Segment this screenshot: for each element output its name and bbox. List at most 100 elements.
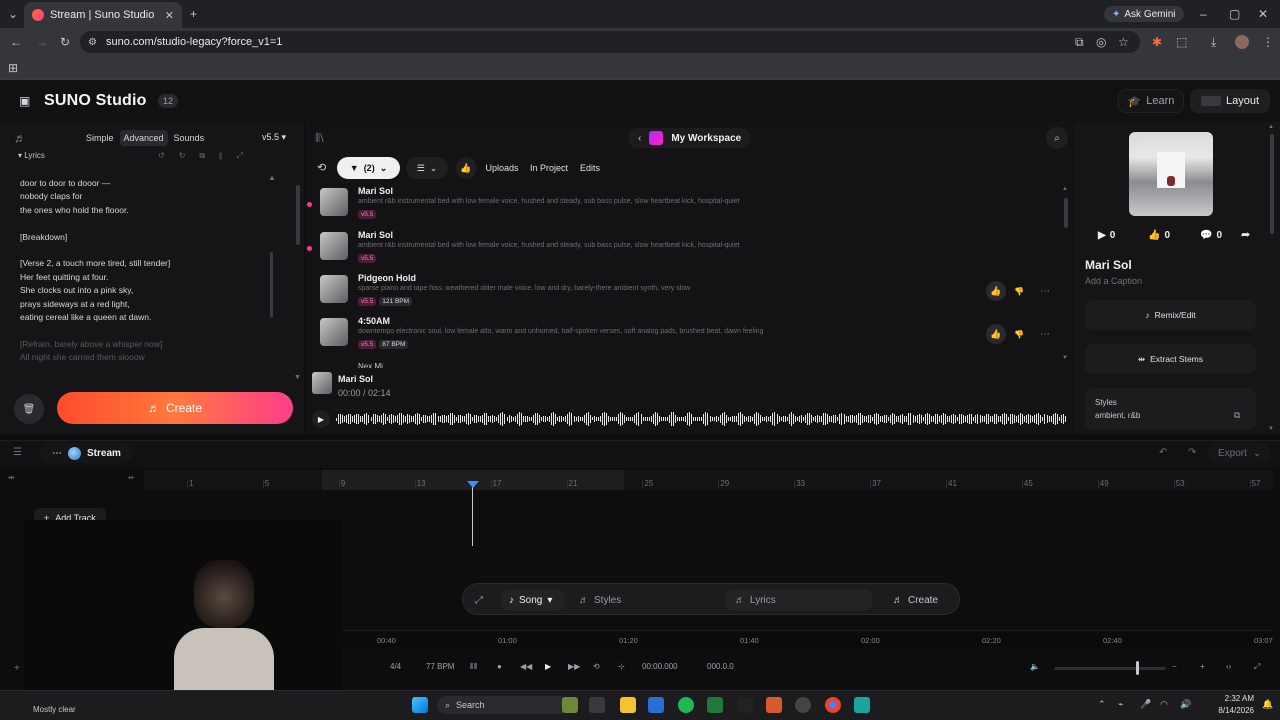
detail-scroll-up-icon[interactable]: ▲ (1268, 124, 1274, 130)
styles-input[interactable]: ♬ Styles (569, 584, 717, 616)
rewind-icon[interactable]: ◀◀ (520, 662, 532, 671)
store-icon[interactable] (648, 697, 664, 713)
like-icon[interactable]: 👍 (986, 324, 1007, 344)
learn-button[interactable]: 🎓 Learn (1118, 89, 1184, 113)
list-scroll-up-icon[interactable]: ▲ (1062, 186, 1068, 192)
more-icon[interactable]: ⋯ (1040, 286, 1050, 297)
song-title[interactable]: Mari Sol (358, 186, 393, 196)
model-version-select[interactable]: v5.5 ▾ (262, 132, 286, 143)
site-info-icon[interactable]: ⚙ (88, 37, 97, 48)
add-icon[interactable]: + (14, 664, 20, 674)
close-tab-icon[interactable]: ✕ (165, 9, 174, 22)
fit-icon[interactable]: ‹› (1226, 662, 1231, 671)
panel-scrollbar[interactable] (296, 185, 300, 245)
loop-icon[interactable]: ⟲ (593, 662, 600, 671)
download-icon[interactable]: ⤓ (1211, 36, 1216, 48)
play-count[interactable]: ▶ 0 (1098, 230, 1115, 241)
ask-gemini-button[interactable]: ✦ Ask Gemini (1104, 6, 1184, 22)
taskbar-search[interactable]: ⌕ Search (437, 696, 569, 714)
project-selector[interactable]: ⋯ Stream (40, 443, 133, 463)
tab-sounds[interactable]: Sounds (170, 130, 209, 146)
add-caption[interactable]: Add a Caption (1085, 276, 1142, 286)
weather-text[interactable]: Mostly clear (33, 705, 76, 714)
lyrics-scroll-up-icon[interactable]: ▲ (268, 174, 276, 182)
song-title[interactable]: 4:50AM (358, 316, 390, 326)
share-icon[interactable]: ➦ (1241, 230, 1250, 241)
playhead-marker[interactable] (467, 481, 479, 488)
time-ruler[interactable] (342, 630, 1272, 648)
undo-icon[interactable]: ↶ (1159, 448, 1167, 458)
panel-scroll-down-icon[interactable]: ▼ (294, 374, 301, 381)
dislike-icon[interactable]: 👎 (1014, 287, 1024, 296)
detail-scroll-down-icon[interactable]: ▼ (1268, 426, 1274, 432)
list-scroll-down-icon[interactable]: ▼ (1062, 355, 1068, 361)
task-view-icon[interactable] (589, 697, 605, 713)
lyrics-scrollbar[interactable] (270, 252, 273, 318)
detail-scrollbar[interactable] (1270, 134, 1274, 234)
file-explorer-icon[interactable] (620, 697, 636, 713)
more-icon[interactable]: ⋯ (52, 448, 62, 459)
menu-kebab-icon[interactable]: ⋮ (1262, 36, 1274, 48)
speaker-icon[interactable]: 🔊 (1180, 700, 1191, 709)
transport-play-icon[interactable]: ▶ (545, 662, 551, 671)
song-row[interactable]: Pidgeon Hold sparse piano and tape hiss, … (320, 273, 1060, 315)
url-field[interactable]: ⚙ suno.com/studio-legacy?force_v1=1 (80, 31, 1140, 53)
back-icon[interactable]: ← (10, 36, 22, 48)
reload-icon[interactable]: ↻ (60, 36, 70, 48)
fullscreen-icon[interactable]: ⤢ (1254, 662, 1260, 672)
edits-filter[interactable]: Edits (576, 157, 604, 179)
profile-avatar[interactable] (1235, 35, 1249, 49)
wifi-icon[interactable]: ◠ (1160, 700, 1168, 709)
song-thumbnail[interactable] (320, 232, 348, 260)
volume-icon[interactable]: 🔈 (1030, 662, 1040, 671)
clock-date[interactable]: 8/14/2026 (1208, 706, 1254, 715)
tempo[interactable]: 77 BPM (426, 662, 454, 671)
chevron-left-icon[interactable]: ‹ (638, 133, 641, 144)
new-tab-icon[interactable]: + (190, 8, 197, 20)
browser-tab[interactable]: Stream | Suno Studio ✕ (24, 2, 182, 28)
zoom-slider-handle[interactable] (1136, 661, 1139, 675)
liked-filter-button[interactable]: 👍 (456, 157, 476, 179)
remix-edit-button[interactable]: ♪ Remix/Edit (1085, 300, 1256, 330)
epic-games-icon[interactable] (737, 697, 753, 713)
song-thumbnail[interactable] (320, 188, 348, 216)
app-asterisk-icon[interactable] (766, 697, 782, 713)
song-thumbnail[interactable] (320, 275, 348, 303)
record-icon[interactable]: ● (497, 662, 502, 671)
create-button[interactable]: ♬ Create (57, 392, 293, 424)
trash-button[interactable]: 🗑 (14, 394, 44, 424)
sidebar-toggle-icon[interactable]: ▣ (19, 95, 30, 107)
extension-icon[interactable]: ✱ (1152, 36, 1162, 48)
zoom-out-icon[interactable]: − (1172, 662, 1177, 671)
song-thumbnail[interactable] (320, 318, 348, 346)
timeline-list-icon[interactable]: ☰ (13, 448, 22, 458)
refresh-icon[interactable]: ⟲ (317, 163, 326, 174)
song-row[interactable]: Mari Sol ambient r&b instrumental bed wit… (307, 230, 1060, 272)
player-play-button[interactable]: ▶ (312, 410, 330, 428)
filter-button[interactable]: ▼ (2) ⌄ (337, 157, 400, 179)
song-row-partial[interactable]: Nex Mi (358, 362, 398, 368)
lyrics-toolbar[interactable]: ↺↻⧉⦀⤢ (158, 151, 257, 161)
lyrics-section-header[interactable]: ▾ Lyrics (18, 151, 45, 160)
song-row[interactable]: Mari Sol ambient r&b instrumental bed wit… (307, 186, 1060, 228)
layout-button[interactable]: Layout (1190, 89, 1270, 113)
song-title[interactable]: Mari Sol (358, 230, 393, 240)
eye-off-icon[interactable]: ◎ (1096, 36, 1106, 48)
song-list-scrollbar[interactable] (1064, 198, 1068, 228)
extensions-puzzle-icon[interactable]: ⬚ (1176, 36, 1187, 48)
network-icon[interactable]: ⌁ (1118, 700, 1123, 709)
in-project-filter[interactable]: In Project (528, 157, 570, 179)
maximize-icon[interactable]: ▢ (1229, 8, 1240, 20)
spotify-icon[interactable] (678, 697, 694, 713)
zoom-slider-track[interactable] (1054, 667, 1166, 670)
copy-icon[interactable]: ⧉ (1234, 411, 1240, 420)
tab-search-icon[interactable]: ⌄ (8, 8, 18, 20)
mic-icon[interactable]: 🎤 (1140, 700, 1151, 709)
collapse-tracks-icon[interactable]: ⇷ (128, 474, 135, 482)
install-icon[interactable]: ⧉ (1075, 36, 1084, 48)
fast-forward-icon[interactable]: ▶▶ (568, 662, 580, 671)
like-count[interactable]: 👍 0 (1148, 230, 1170, 241)
player-waveform[interactable] (336, 406, 1066, 432)
song-title[interactable]: Pidgeon Hold (358, 273, 416, 283)
tab-advanced[interactable]: Advanced (119, 130, 168, 146)
